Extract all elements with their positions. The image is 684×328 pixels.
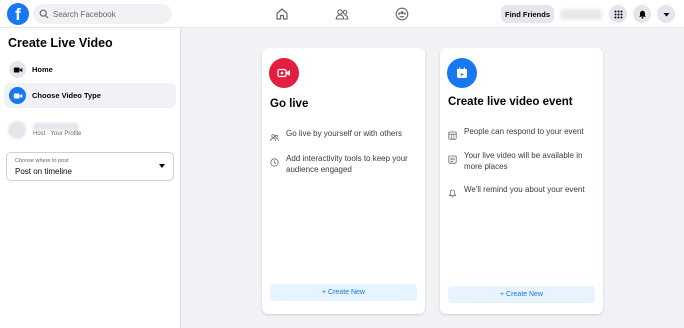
feature-text: We'll remind you about your event [464,185,585,194]
card-title: Create live video event [448,96,573,108]
bell-icon [448,185,458,198]
account-button[interactable] [657,5,675,23]
facebook-logo[interactable]: f [7,3,29,25]
feature-text: Go live by yourself or with others [286,129,403,138]
profile-shortcut[interactable] [560,9,602,20]
home-icon [276,8,288,20]
sidebar-item-label: Home [32,65,53,74]
feature-item: We'll remind you about your event [448,184,598,198]
select-label: Choose where to post [15,158,69,164]
friends-nav-button[interactable] [333,5,351,23]
groups-nav-button[interactable] [393,5,411,23]
list-icon [448,151,458,164]
search-box[interactable] [33,4,172,24]
groups-icon [395,7,409,21]
friends-icon [335,9,349,20]
top-navigation-bar: f Find Friends [0,0,684,28]
sidebar-item-label: Choose Video Type [32,91,101,100]
host-role: Host · Your Profile [33,131,82,137]
page-title: Create Live Video [8,36,113,50]
feature-item: Add interactivity tools to keep your aud… [270,153,420,175]
video-camera-icon [9,87,26,104]
feature-text: Your live video will be available in mor… [464,151,583,171]
search-input[interactable] [53,9,163,19]
dropdown-caret-icon [159,164,165,168]
feature-text: People can respond to your event [464,127,584,136]
avatar [8,121,26,139]
sidebar-item-choose-video-type[interactable]: Choose Video Type [4,83,176,108]
create-live-event-card[interactable]: Create live video event People can respo… [440,48,603,314]
menu-button[interactable] [609,5,627,23]
live-camera-icon [269,58,299,88]
left-sidebar: Create Live Video Home Choose Video Type… [0,28,181,328]
select-value: Post on timeline [15,167,72,176]
create-new-event-button[interactable]: + Create New [448,286,595,303]
go-live-card[interactable]: Go live Go live by yourself or with othe… [262,48,425,314]
calendar-event-icon [447,58,477,88]
clock-icon [270,154,280,167]
menu-grid-icon [614,10,622,18]
find-friends-button[interactable]: Find Friends [501,5,554,23]
people-icon [270,129,280,142]
card-title: Go live [270,98,309,110]
sidebar-item-home[interactable]: Home [4,57,176,82]
video-camera-icon [9,61,26,78]
host-name [33,123,79,130]
calendar-grid-icon [448,127,458,140]
home-nav-button[interactable] [273,5,291,23]
feature-item: Your live video will be available in mor… [448,150,598,172]
feature-item: People can respond to your event [448,126,598,140]
post-destination-select[interactable]: Choose where to post Post on timeline [6,152,174,181]
feature-item: Go live by yourself or with others [270,128,420,142]
account-caret-icon [663,12,669,16]
notifications-button[interactable] [633,5,651,23]
search-icon [39,9,49,19]
create-new-live-button[interactable]: + Create New [270,284,417,301]
feature-text: Add interactivity tools to keep your aud… [286,154,408,174]
notifications-bell-icon [638,10,646,19]
